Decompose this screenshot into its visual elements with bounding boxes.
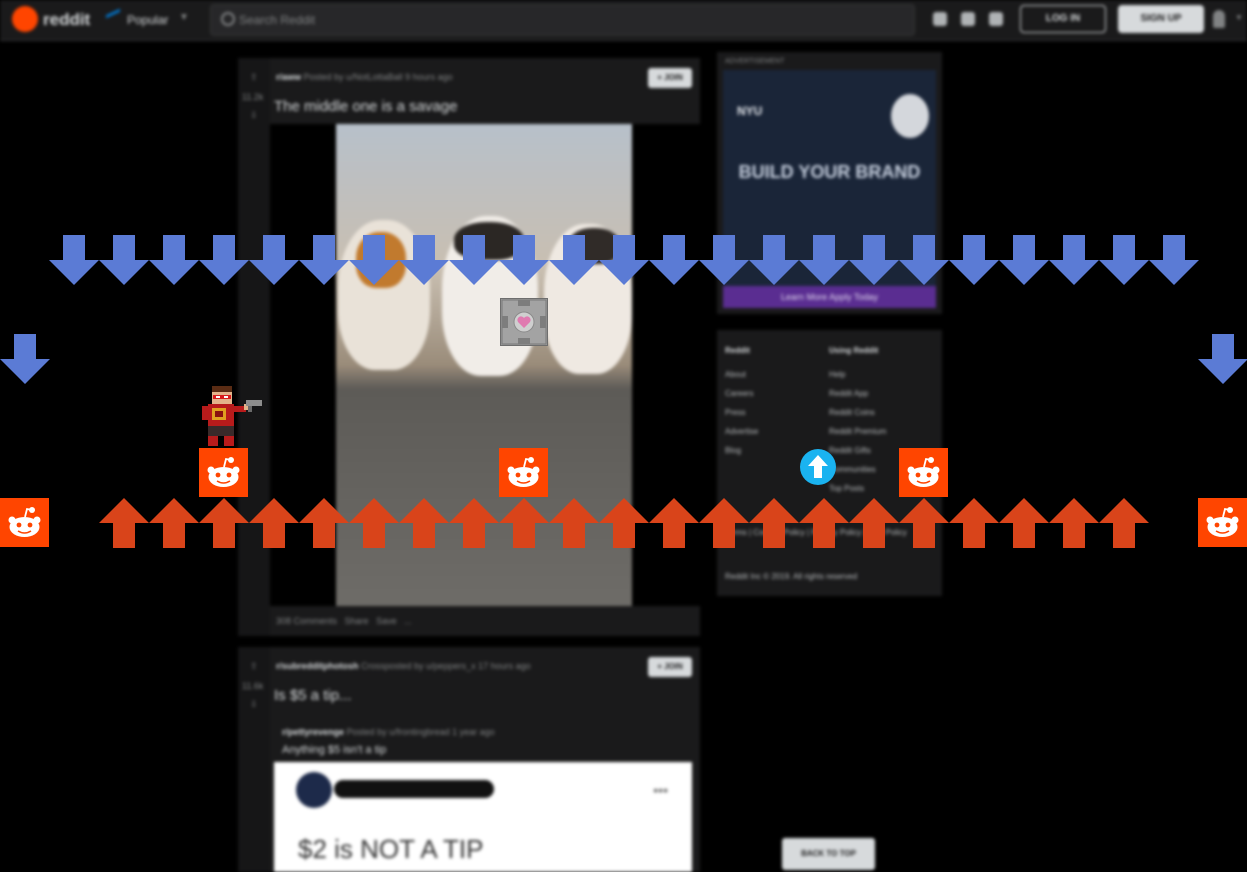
up-arrow-icon [449, 498, 499, 548]
up-arrow-icon [299, 498, 349, 548]
up-arrow-icon [799, 498, 849, 548]
reddit-snoo-tile-icon [499, 448, 548, 497]
down-arrow-icon [199, 235, 249, 285]
down-arrow-icon [599, 235, 649, 285]
down-arrow-icon [1049, 235, 1099, 285]
down-arrow-icon [849, 235, 899, 285]
reddit-snoo-tile-icon [0, 498, 49, 547]
down-arrow-icon [1198, 334, 1247, 384]
up-arrow-icon [249, 498, 299, 548]
up-arrow-icon [849, 498, 899, 548]
reddit-snoo-tile-icon [899, 448, 948, 497]
down-arrow-icon [549, 235, 599, 285]
down-arrow-icon [749, 235, 799, 285]
down-arrow-icon [99, 235, 149, 285]
down-arrow-icon [899, 235, 949, 285]
up-arrow-icon [199, 498, 249, 548]
down-arrow-icon [699, 235, 749, 285]
reddit-snoo-tile-icon [199, 448, 248, 497]
down-arrow-icon [449, 235, 499, 285]
up-arrow-icon [399, 498, 449, 548]
down-arrow-icon [999, 235, 1049, 285]
reddit-snoo-tile-icon [1198, 498, 1247, 547]
down-arrow-icon [349, 235, 399, 285]
up-arrow-orb-icon[interactable] [799, 448, 837, 486]
up-arrow-icon [649, 498, 699, 548]
up-arrow-icon [149, 498, 199, 548]
player-character[interactable] [196, 384, 264, 448]
up-arrow-icon [1099, 498, 1149, 548]
down-arrow-icon [499, 235, 549, 285]
down-arrow-icon [0, 334, 50, 384]
down-arrow-icon [1099, 235, 1149, 285]
up-arrow-icon [99, 498, 149, 548]
down-arrow-icon [399, 235, 449, 285]
up-arrow-icon [949, 498, 999, 548]
up-arrow-icon [699, 498, 749, 548]
up-arrow-icon [1049, 498, 1099, 548]
up-arrow-icon [599, 498, 649, 548]
game-overlay [0, 0, 1247, 872]
down-arrow-icon [249, 235, 299, 285]
up-arrow-icon [999, 498, 1049, 548]
up-arrow-icon [499, 498, 549, 548]
up-arrow-icon [549, 498, 599, 548]
down-arrow-icon [1149, 235, 1199, 285]
down-arrow-icon [949, 235, 999, 285]
down-arrow-icon [149, 235, 199, 285]
down-arrow-icon [49, 235, 99, 285]
up-arrow-icon [749, 498, 799, 548]
up-arrow-icon [899, 498, 949, 548]
down-arrow-icon [299, 235, 349, 285]
up-arrow-icon [349, 498, 399, 548]
down-arrow-icon [649, 235, 699, 285]
down-arrow-icon [799, 235, 849, 285]
companion-cube-icon[interactable] [500, 298, 548, 346]
